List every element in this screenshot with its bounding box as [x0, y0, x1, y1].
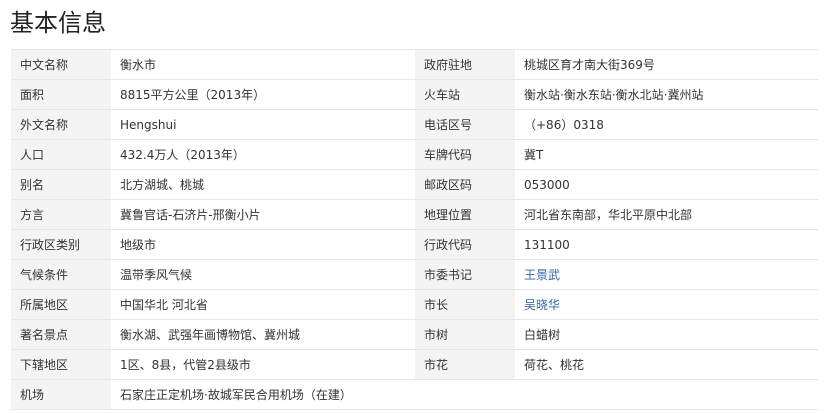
field-value: 131100	[515, 229, 818, 260]
info-row: 别名 北方湖城、桃城 邮政区码 053000	[11, 169, 818, 200]
baike-info-page: 基本信息 中文名称 衡水市 政府驻地 桃城区育才南大街369号 面积 8815平…	[0, 0, 830, 413]
field-value: 衡水市	[111, 49, 415, 80]
field-label: 行政代码	[415, 229, 515, 260]
info-row: 气候条件 温带季风气候 市委书记 王景武	[11, 259, 818, 290]
field-value: 432.4万人（2013年）	[111, 139, 415, 170]
field-value: 温带季风气候	[111, 259, 415, 290]
mayor-link[interactable]: 吴晓华	[524, 298, 560, 312]
info-row: 方言 冀鲁官话-石济片-邢衡小片 地理位置 河北省东南部，华北平原中北部	[11, 199, 818, 230]
field-label: 市委书记	[415, 259, 515, 290]
field-value-link: 王景武	[515, 259, 818, 290]
field-label: 市花	[415, 349, 515, 380]
field-label: 中文名称	[11, 49, 111, 80]
field-label: 邮政区码	[415, 169, 515, 200]
field-label: 市树	[415, 319, 515, 350]
field-label: 电话区号	[415, 109, 515, 140]
field-value: 冀T	[515, 139, 818, 170]
field-value: Hengshui	[111, 109, 415, 140]
field-value: 8815平方公里（2013年）	[111, 79, 415, 110]
field-label: 所属地区	[11, 289, 111, 320]
field-value: 衡水站·衡水东站·衡水北站·冀州站	[515, 79, 818, 110]
field-value: 荷花、桃花	[515, 349, 818, 380]
field-value: 白蜡树	[515, 319, 818, 350]
field-value: 石家庄正定机场·故城军民合用机场（在建）	[111, 379, 415, 410]
field-value: 053000	[515, 169, 818, 200]
field-value: 地级市	[111, 229, 415, 260]
field-label: 车牌代码	[415, 139, 515, 170]
field-value: 中国华北 河北省	[111, 289, 415, 320]
basic-info-table: 中文名称 衡水市 政府驻地 桃城区育才南大街369号 面积 8815平方公里（2…	[11, 49, 818, 410]
info-row: 机场 石家庄正定机场·故城军民合用机场（在建）	[11, 379, 818, 410]
field-label: 机场	[11, 379, 111, 410]
field-value: 1区、8县，代管2县级市	[111, 349, 415, 380]
info-row: 所属地区 中国华北 河北省 市长 吴晓华	[11, 289, 818, 320]
field-value-link: 吴晓华	[515, 289, 818, 320]
field-label: 方言	[11, 199, 111, 230]
field-value: 河北省东南部，华北平原中北部	[515, 199, 818, 230]
field-label: 政府驻地	[415, 49, 515, 80]
field-label: 人口	[11, 139, 111, 170]
field-label: 气候条件	[11, 259, 111, 290]
secretary-link[interactable]: 王景武	[524, 268, 560, 282]
field-label: 火车站	[415, 79, 515, 110]
field-label: 外文名称	[11, 109, 111, 140]
info-row: 外文名称 Hengshui 电话区号 （+86）0318	[11, 109, 818, 140]
info-row: 人口 432.4万人（2013年） 车牌代码 冀T	[11, 139, 818, 170]
field-label: 著名景点	[11, 319, 111, 350]
field-value: 冀鲁官话-石济片-邢衡小片	[111, 199, 415, 230]
field-label: 别名	[11, 169, 111, 200]
field-value: 桃城区育才南大街369号	[515, 49, 818, 80]
field-value: 衡水湖、武强年画博物馆、冀州城	[111, 319, 415, 350]
field-value: 北方湖城、桃城	[111, 169, 415, 200]
field-label: 行政区类别	[11, 229, 111, 260]
info-row: 下辖地区 1区、8县，代管2县级市 市花 荷花、桃花	[11, 349, 818, 380]
field-value: （+86）0318	[515, 109, 818, 140]
info-row: 著名景点 衡水湖、武强年画博物馆、冀州城 市树 白蜡树	[11, 319, 818, 350]
field-label: 下辖地区	[11, 349, 111, 380]
field-label: 地理位置	[415, 199, 515, 230]
field-label: 面积	[11, 79, 111, 110]
info-row: 行政区类别 地级市 行政代码 131100	[11, 229, 818, 260]
info-row: 面积 8815平方公里（2013年） 火车站 衡水站·衡水东站·衡水北站·冀州站	[11, 79, 818, 110]
field-label: 市长	[415, 289, 515, 320]
empty-cell	[415, 379, 818, 410]
info-row: 中文名称 衡水市 政府驻地 桃城区育才南大街369号	[11, 49, 818, 80]
section-title: 基本信息	[10, 9, 106, 37]
